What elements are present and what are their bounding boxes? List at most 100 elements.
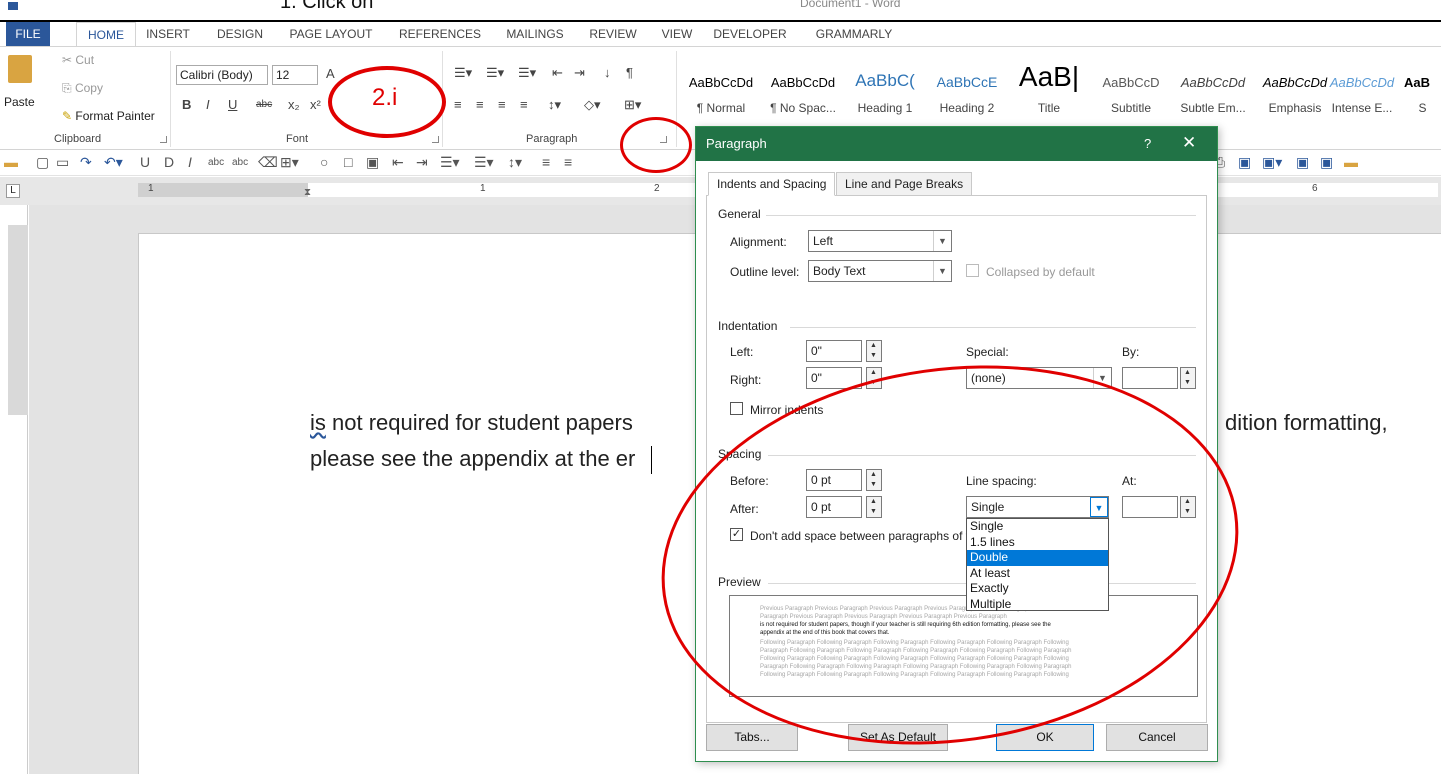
tab-references[interactable]: REFERENCES [390, 22, 490, 46]
bullets-icon[interactable]: ☰▾ [454, 65, 472, 81]
superscript-icon[interactable]: x² [310, 97, 321, 112]
sort-icon[interactable]: ↓ [604, 65, 611, 80]
double-strike-icon[interactable]: abc [232, 157, 248, 168]
help-icon[interactable]: ? [1144, 136, 1151, 151]
tab-insert[interactable]: INSERT [143, 22, 193, 46]
tab-home[interactable]: HOME [76, 22, 136, 46]
left-indent-input[interactable]: 0" [806, 340, 862, 362]
increase-indent-icon[interactable]: ⇥ [574, 65, 585, 81]
decrease-indent-icon[interactable]: ⇤ [552, 65, 563, 81]
shading-icon[interactable]: ◇▾ [584, 97, 601, 113]
by-spinner[interactable]: ▲ ▼ [1180, 367, 1196, 389]
folder-icon[interactable]: ▬ [4, 154, 18, 170]
grow-font-icon[interactable]: A [326, 66, 335, 81]
style-heading-2[interactable]: AaBbCcE Heading 2 [926, 71, 1008, 125]
double-underline-icon[interactable]: D [164, 154, 174, 170]
cut-button[interactable]: ✂ Cut [62, 53, 94, 67]
strikethrough-qat-icon[interactable]: abc [208, 157, 224, 168]
option-double[interactable]: Double [967, 550, 1108, 566]
new-document-icon[interactable]: ▢ [36, 154, 49, 171]
circle-shape-icon[interactable]: ○ [320, 154, 328, 170]
table-icon[interactable]: ⊞▾ [280, 154, 299, 171]
underline-qat-icon[interactable]: U [140, 154, 150, 170]
paragraph-qat-icon[interactable]: ≡ [542, 154, 550, 170]
paste-button[interactable]: Paste [4, 95, 35, 109]
paste-icon[interactable] [8, 55, 32, 83]
left-indent-spinner[interactable]: ▲ ▼ [866, 340, 882, 362]
strikethrough-icon[interactable]: abc [256, 99, 272, 110]
save-all-icon[interactable]: ▣ [1320, 154, 1333, 171]
justify-qat-icon[interactable]: ≡ [564, 154, 572, 170]
comment-icon[interactable]: ▭ [56, 154, 69, 171]
align-right-icon[interactable]: ≡ [498, 97, 506, 112]
tab-indents-and-spacing[interactable]: Indents and Spacing [708, 172, 836, 196]
tab-file[interactable]: FILE [6, 22, 50, 46]
save-copy-icon[interactable]: ▣ [1296, 154, 1309, 171]
open-folder-icon[interactable]: ▬ [1344, 154, 1358, 170]
font-name-combo[interactable]: Calibri (Body) [176, 65, 268, 85]
style-no-spacing[interactable]: AaBbCcDd ¶ No Spac... [762, 71, 844, 125]
style-title[interactable]: AaB| Title [1008, 61, 1090, 125]
style-subtle-emphasis[interactable]: AaBbCcDd Subtle Em... [1172, 71, 1254, 125]
subscript-icon[interactable]: x₂ [288, 97, 300, 112]
decrease-indent-qat-icon[interactable]: ⇤ [392, 154, 404, 171]
numbering-qat-icon[interactable]: ☰▾ [474, 154, 494, 171]
outline-level-select[interactable]: Body Text ▼ [808, 260, 952, 282]
underline-icon[interactable]: U [228, 97, 237, 112]
justify-icon[interactable]: ≡ [520, 97, 528, 112]
option-at-least[interactable]: At least [967, 566, 1108, 582]
multilevel-list-icon[interactable]: ☰▾ [518, 65, 536, 81]
bold-icon[interactable]: B [182, 97, 191, 112]
tab-mailings[interactable]: MAILINGS [497, 22, 573, 46]
tab-selector[interactable]: L [6, 184, 20, 198]
increase-indent-qat-icon[interactable]: ⇥ [416, 154, 428, 171]
rectangle-shape-icon[interactable]: □ [344, 154, 352, 170]
tab-line-and-page-breaks[interactable]: Line and Page Breaks [836, 172, 973, 196]
option-1-5-lines[interactable]: 1.5 lines [967, 535, 1108, 551]
cancel-button[interactable]: Cancel [1106, 724, 1208, 751]
document-line[interactable]: please see the appendix at the er [310, 446, 635, 472]
line-spacing-qat-icon[interactable]: ↕▾ [508, 154, 522, 171]
option-multiple[interactable]: Multiple [967, 597, 1108, 613]
document-line[interactable]: is not required for student papers [310, 410, 633, 436]
undo-icon[interactable]: ↶▾ [104, 154, 123, 171]
save-as-icon[interactable]: ▣▾ [1262, 154, 1282, 171]
close-icon[interactable]: ✕ [1182, 133, 1196, 153]
mirror-indents-checkbox[interactable] [730, 402, 743, 415]
align-left-icon[interactable]: ≡ [454, 97, 462, 112]
tab-design[interactable]: DESIGN [210, 22, 270, 46]
by-input[interactable] [1122, 367, 1178, 389]
indent-marker[interactable]: ⧗ [304, 187, 311, 198]
style-heading-1[interactable]: AaBbC(Heading 1 [844, 71, 926, 125]
tab-page-layout[interactable]: PAGE LAYOUT [283, 22, 379, 46]
pilcrow-icon[interactable]: ¶ [626, 65, 633, 80]
clear-format-icon[interactable]: ⌫ [258, 154, 278, 171]
alignment-select[interactable]: Left ▼ [808, 230, 952, 252]
bullets-qat-icon[interactable]: ☰▾ [440, 154, 460, 171]
save-icon[interactable]: ▣ [1238, 154, 1251, 171]
format-painter-button[interactable]: ✎ Format Painter [62, 109, 155, 123]
tab-developer[interactable]: DEVELOPER [706, 22, 794, 46]
style-subtitle[interactable]: AaBbCcD Subtitle [1090, 71, 1172, 125]
dialog-title-bar[interactable]: Paragraph ? ✕ [696, 127, 1217, 161]
option-exactly[interactable]: Exactly [967, 581, 1108, 597]
copy-button[interactable]: ⎘ Copy [62, 81, 103, 96]
borders-icon[interactable]: ⊞▾ [624, 97, 641, 113]
document-line-end[interactable]: dition formatting, [1225, 410, 1388, 436]
text-box-icon[interactable]: ▣ [366, 154, 379, 171]
style-strong[interactable]: AaB S [1404, 71, 1441, 125]
font-size-combo[interactable]: 12 [272, 65, 318, 85]
tabs-button[interactable]: Tabs... [706, 724, 798, 751]
italic-icon[interactable]: I [206, 97, 210, 112]
align-center-icon[interactable]: ≡ [476, 97, 484, 112]
redo-icon[interactable]: ↷ [80, 154, 92, 171]
italic-qat-icon[interactable]: I [188, 154, 192, 170]
tab-view[interactable]: VIEW [654, 22, 700, 46]
collapsed-checkbox[interactable] [966, 264, 979, 277]
tab-review[interactable]: REVIEW [582, 22, 644, 46]
style-intense-emphasis[interactable]: AaBbCcDd Intense E... [1322, 71, 1402, 125]
style-normal[interactable]: AaBbCcDd ¶ Normal [680, 71, 762, 125]
option-single[interactable]: Single [967, 519, 1108, 535]
numbering-icon[interactable]: ☰▾ [486, 65, 504, 81]
tab-grammarly[interactable]: GRAMMARLY [806, 22, 902, 46]
